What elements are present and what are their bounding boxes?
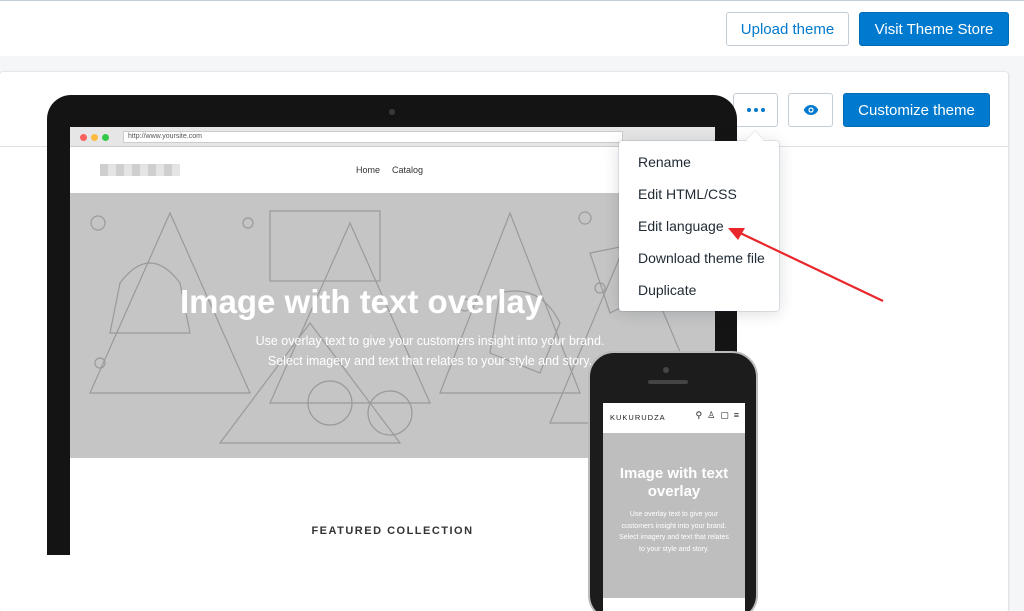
phone-camera xyxy=(663,367,669,373)
menu-item-rename[interactable]: Rename xyxy=(638,154,691,170)
menu-item-duplicate[interactable]: Duplicate xyxy=(638,282,696,298)
mobile-hero-title: Image with text overlay xyxy=(619,465,729,500)
cart-icon: ▢ xyxy=(720,410,729,420)
nav-link-catalog: Catalog xyxy=(392,165,424,175)
visit-theme-store-button[interactable]: Visit Theme Store xyxy=(859,12,1009,46)
upload-theme-button[interactable]: Upload theme xyxy=(726,12,849,46)
eye-icon xyxy=(803,105,818,115)
menu-item-edit-language[interactable]: Edit language xyxy=(638,218,724,234)
menu-item-download-theme-file[interactable]: Download theme file xyxy=(638,250,765,266)
ellipsis-icon xyxy=(746,108,765,112)
mobile-brand: KUKURUDZA xyxy=(610,413,666,422)
maximize-dot xyxy=(102,134,109,141)
menu-item-edit-html-css[interactable]: Edit HTML/CSS xyxy=(638,186,737,202)
search-icon: ⚲ xyxy=(695,410,703,420)
preview-button[interactable] xyxy=(788,93,833,127)
nav-link-home: Home xyxy=(356,165,381,175)
phone-preview: KUKURUDZA ⚲ ♙ ▢ ≡ Image with text overla… xyxy=(588,351,758,611)
top-bar: Upload theme Visit Theme Store xyxy=(0,0,1024,56)
phone-speaker xyxy=(648,380,688,384)
mobile-header: KUKURUDZA ⚲ ♙ ▢ ≡ xyxy=(603,403,745,431)
mobile-hero-subtitle: Use overlay text to give your customers … xyxy=(619,511,729,553)
more-actions-button[interactable] xyxy=(733,93,778,127)
url-bar: http://www.yoursite.com xyxy=(123,131,623,143)
logo-placeholder xyxy=(100,164,180,176)
menu-icon: ≡ xyxy=(733,410,739,420)
theme-actions-menu: Rename Edit HTML/CSS Edit language Downl… xyxy=(619,141,779,311)
customize-theme-button[interactable]: Customize theme xyxy=(843,93,990,127)
minimize-dot xyxy=(91,134,98,141)
camera-dot xyxy=(389,109,395,115)
phone-screen: KUKURUDZA ⚲ ♙ ▢ ≡ Image with text overla… xyxy=(603,403,745,611)
account-icon: ♙ xyxy=(707,410,716,420)
close-dot xyxy=(80,134,87,141)
mobile-hero: Image with text overlay Use overlay text… xyxy=(603,433,745,598)
hero-subtitle-line-1: Use overlay text to give your customers … xyxy=(255,334,605,348)
